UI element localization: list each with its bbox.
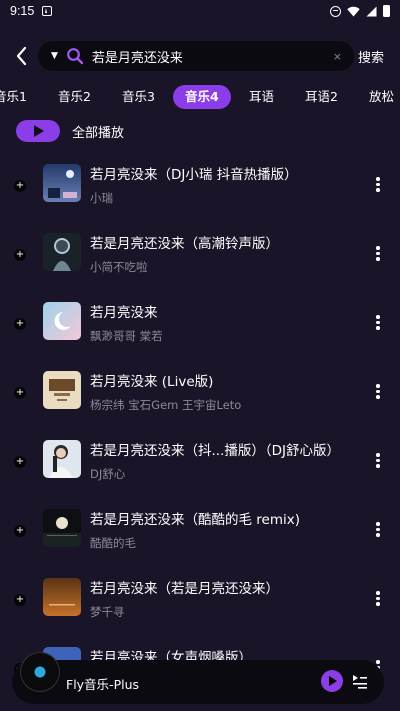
play-icon	[329, 676, 337, 686]
tab-music-2[interactable]: 音乐2	[58, 85, 91, 109]
add-icon[interactable]: +	[14, 180, 26, 192]
more-options-icon[interactable]	[373, 591, 383, 607]
more-options-icon[interactable]	[373, 453, 383, 469]
tab-music-1[interactable]: 音乐1	[0, 85, 27, 109]
search-input[interactable]: 若是月亮还没来	[92, 47, 333, 66]
song-title: 若月亮没来（DJ小瑞 抖音热播版）	[90, 167, 298, 183]
search-header: ▼ 若是月亮还没来 × 搜索	[0, 38, 400, 74]
play-all[interactable]: 全部播放	[16, 120, 124, 142]
song-row[interactable]: + 若是月亮还没来（抖...播版）（DJ舒心版） DJ舒心	[0, 428, 400, 497]
more-options-icon[interactable]	[373, 384, 383, 400]
album-cover	[43, 302, 81, 340]
play-all-label: 全部播放	[72, 125, 125, 141]
song-artist: 杨宗纬 宝石Gem 王宇宙Leto	[90, 398, 242, 412]
song-row[interactable]: + 若月亮没来（DJ小瑞 抖音热播版） 小瑞	[0, 152, 400, 221]
wifi-icon	[347, 6, 360, 16]
album-cover	[43, 440, 81, 478]
status-icons	[330, 5, 390, 17]
album-cover	[43, 578, 81, 616]
status-time: 9:15	[10, 4, 35, 18]
song-row[interactable]: + 若是月亮还没来（酷酷的毛 remix) 酷酷的毛	[0, 497, 400, 566]
song-title: 若月亮没来 (Live版)	[90, 374, 214, 390]
album-cover	[43, 371, 81, 409]
album-cover	[43, 509, 81, 547]
song-artist: 小瑞	[90, 191, 113, 205]
play-icon	[34, 125, 44, 137]
song-artist: 飘渺哥哥 棠若	[90, 329, 163, 343]
more-options-icon[interactable]	[373, 315, 383, 331]
add-icon[interactable]: +	[14, 456, 26, 468]
song-row[interactable]: + 若是月亮还没来（高潮铃声版） 小简不吃啦	[0, 221, 400, 290]
more-options-icon[interactable]	[373, 522, 383, 538]
tab-relax[interactable]: 放松	[369, 85, 394, 109]
add-icon[interactable]: +	[14, 525, 26, 537]
tab-music-4[interactable]: 音乐4	[173, 85, 231, 109]
playlist-icon[interactable]	[352, 673, 368, 689]
song-artist: DJ舒心	[90, 467, 126, 481]
cellular-signal-icon	[366, 6, 377, 16]
song-row[interactable]: + 若月亮没来 (Live版) 杨宗纬 宝石Gem 王宇宙Leto	[0, 359, 400, 428]
song-title: 若月亮没来	[90, 305, 158, 321]
song-title: 若月亮没来（若是月亮还没来）	[90, 581, 279, 597]
search-button[interactable]: 搜索	[358, 47, 384, 66]
do-not-disturb-icon	[330, 5, 341, 17]
battery-icon	[383, 5, 390, 17]
player-play-button[interactable]	[321, 670, 343, 692]
back-arrow-icon[interactable]	[10, 44, 34, 68]
song-title: 若是月亮还没来（酷酷的毛 remix)	[90, 512, 301, 528]
tab-music-3[interactable]: 音乐3	[122, 85, 155, 109]
player-title: Fly音乐-Plus	[66, 677, 140, 692]
song-artist: 小简不吃啦	[90, 260, 148, 274]
tab-whisper-2[interactable]: 耳语2	[305, 85, 338, 109]
search-bar[interactable]: ▼ 若是月亮还没来 ×	[38, 41, 354, 71]
tab-whisper[interactable]: 耳语	[249, 85, 274, 109]
song-artist: 梦千寻	[90, 605, 125, 619]
mini-player[interactable]: Fly音乐-Plus	[12, 652, 384, 704]
add-icon[interactable]: +	[14, 249, 26, 261]
album-cover	[43, 164, 81, 202]
album-cover	[43, 233, 81, 271]
add-icon[interactable]: +	[14, 594, 26, 606]
more-options-icon[interactable]	[373, 246, 383, 262]
more-options-icon[interactable]	[373, 177, 383, 193]
song-artist: 酷酷的毛	[90, 536, 136, 550]
song-title: 若是月亮还没来（高潮铃声版）	[90, 236, 279, 252]
notification-icon	[42, 6, 53, 16]
song-row[interactable]: + 若月亮没来 飘渺哥哥 棠若	[0, 290, 400, 359]
category-tabs: 音乐1 音乐2 音乐3 音乐4 耳语 耳语2 放松	[0, 85, 400, 109]
add-icon[interactable]: +	[14, 318, 26, 330]
play-all-button[interactable]	[16, 120, 60, 142]
status-bar: 9:15	[0, 0, 400, 22]
clear-icon[interactable]: ×	[333, 50, 342, 63]
vinyl-disc-icon[interactable]	[20, 652, 60, 692]
song-title: 若是月亮还没来（抖...播版）（DJ舒心版）	[90, 443, 340, 459]
search-icon	[67, 48, 84, 65]
dropdown-triangle-icon[interactable]: ▼	[51, 51, 58, 61]
song-row[interactable]: + 若月亮没来（若是月亮还没来） 梦千寻	[0, 566, 400, 635]
add-icon[interactable]: +	[14, 387, 26, 399]
